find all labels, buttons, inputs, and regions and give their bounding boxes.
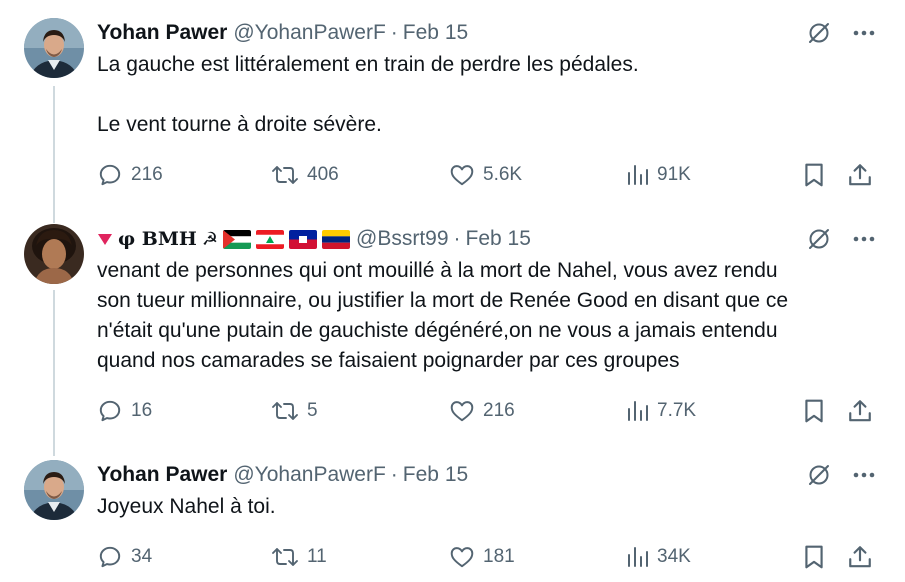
tweet-text: Joyeux Nahel à toi. [97, 495, 276, 518]
author-handle[interactable]: @YohanPawerF [233, 463, 385, 487]
tweet-2[interactable]: φ BMH ☭ @Bssrt99 · Feb 15 venant de pers… [0, 224, 905, 434]
views-count: 91K [657, 164, 691, 185]
bookmark-button[interactable] [803, 396, 825, 426]
author-handle[interactable]: @YohanPawerF [233, 21, 385, 45]
reply-icon [99, 400, 121, 422]
repost-count: 11 [307, 546, 327, 567]
repost-button[interactable]: 5 [271, 396, 318, 426]
red-triangle-icon [98, 234, 112, 245]
grok-icon[interactable] [807, 463, 831, 487]
tweet-actions: 16 5 216 7.7K [97, 396, 881, 426]
separator-dot: · [390, 463, 398, 486]
heart-icon [450, 547, 474, 568]
hammer-sickle-icon: ☭ [201, 228, 218, 250]
tweet-actions: 216 406 5.6K 91K [97, 160, 881, 190]
reply-count: 216 [131, 164, 163, 185]
avatar[interactable] [24, 18, 84, 78]
reply-icon [99, 546, 121, 568]
share-icon [849, 546, 871, 568]
bookmark-button[interactable] [803, 160, 825, 190]
tweet-top-icons [807, 463, 875, 487]
tweet-header: Yohan Pawer @YohanPawerF · Feb 15 [97, 18, 885, 48]
views-icon [628, 547, 648, 567]
like-button[interactable]: 5.6K [449, 160, 522, 190]
reply-count: 16 [131, 400, 153, 421]
tweet-text: La gauche est littéralement en train de … [97, 53, 639, 136]
heart-icon [450, 165, 474, 186]
flag-venezuela-icon [322, 229, 350, 249]
author-name: φ BMH [118, 228, 197, 250]
views-button[interactable]: 91K [625, 160, 691, 190]
author-handle[interactable]: @Bssrt99 [356, 227, 449, 251]
like-count: 216 [483, 400, 515, 421]
grok-icon[interactable] [807, 21, 831, 45]
views-count: 7.7K [657, 400, 697, 421]
share-icon [849, 164, 871, 186]
separator-dot: · [390, 21, 398, 44]
avatar[interactable] [24, 224, 84, 284]
grok-icon[interactable] [807, 227, 831, 251]
share-button[interactable] [847, 160, 873, 190]
repost-count: 5 [307, 400, 318, 421]
reply-icon [99, 164, 121, 186]
views-icon [628, 401, 648, 421]
share-icon [849, 400, 871, 422]
views-button[interactable]: 34K [625, 542, 691, 572]
reply-button[interactable]: 34 [97, 542, 152, 572]
like-button[interactable]: 181 [449, 542, 515, 572]
like-count: 5.6K [483, 164, 523, 185]
tweet-1[interactable]: Yohan Pawer @YohanPawerF · Feb 15 La gau… [0, 18, 905, 198]
flag-palestine-icon [223, 229, 251, 249]
repost-count: 406 [307, 164, 339, 185]
repost-button[interactable]: 11 [271, 542, 327, 572]
like-button[interactable]: 216 [449, 396, 515, 426]
flag-lebanon-icon [256, 229, 284, 249]
repost-button[interactable]: 406 [271, 160, 339, 190]
share-button[interactable] [847, 396, 873, 426]
repost-icon [272, 166, 298, 184]
tweet-date[interactable]: Feb 15 [403, 21, 468, 45]
bookmark-button[interactable] [803, 542, 825, 572]
bookmark-icon [805, 399, 823, 423]
repost-icon [272, 402, 298, 420]
author-name[interactable]: Yohan Pawer [97, 463, 227, 487]
reply-button[interactable]: 16 [97, 396, 152, 426]
avatar[interactable] [24, 460, 84, 520]
tweet-actions: 34 11 181 34K [97, 542, 881, 572]
bookmark-icon [805, 163, 823, 187]
views-button[interactable]: 7.7K [625, 396, 696, 426]
flag-haiti-icon [289, 229, 317, 249]
separator-dot: · [453, 227, 461, 250]
author-name-group[interactable]: φ BMH ☭ [97, 228, 350, 250]
more-options-icon[interactable] [853, 30, 875, 36]
share-button[interactable] [847, 542, 873, 572]
repost-icon [272, 548, 298, 566]
author-name[interactable]: Yohan Pawer [97, 21, 227, 45]
tweet-date[interactable]: Feb 15 [466, 227, 531, 251]
tweet-header: Yohan Pawer @YohanPawerF · Feb 15 [97, 460, 885, 490]
tweet-text: venant de personnes qui ont mouillé à la… [97, 259, 789, 372]
tweet-top-icons [807, 21, 875, 45]
like-count: 181 [483, 546, 515, 567]
tweet-header: φ BMH ☭ @Bssrt99 · Feb 15 [97, 224, 885, 254]
views-icon [628, 165, 648, 185]
tweet-top-icons [807, 227, 875, 251]
more-options-icon[interactable] [853, 472, 875, 478]
bookmark-icon [805, 545, 823, 569]
tweet-3[interactable]: Yohan Pawer @YohanPawerF · Feb 15 Joyeux… [0, 460, 905, 580]
views-count: 34K [657, 546, 691, 567]
more-options-icon[interactable] [853, 236, 875, 242]
heart-icon [450, 401, 474, 422]
tweet-date[interactable]: Feb 15 [403, 463, 468, 487]
reply-count: 34 [131, 546, 153, 567]
reply-button[interactable]: 216 [97, 160, 163, 190]
